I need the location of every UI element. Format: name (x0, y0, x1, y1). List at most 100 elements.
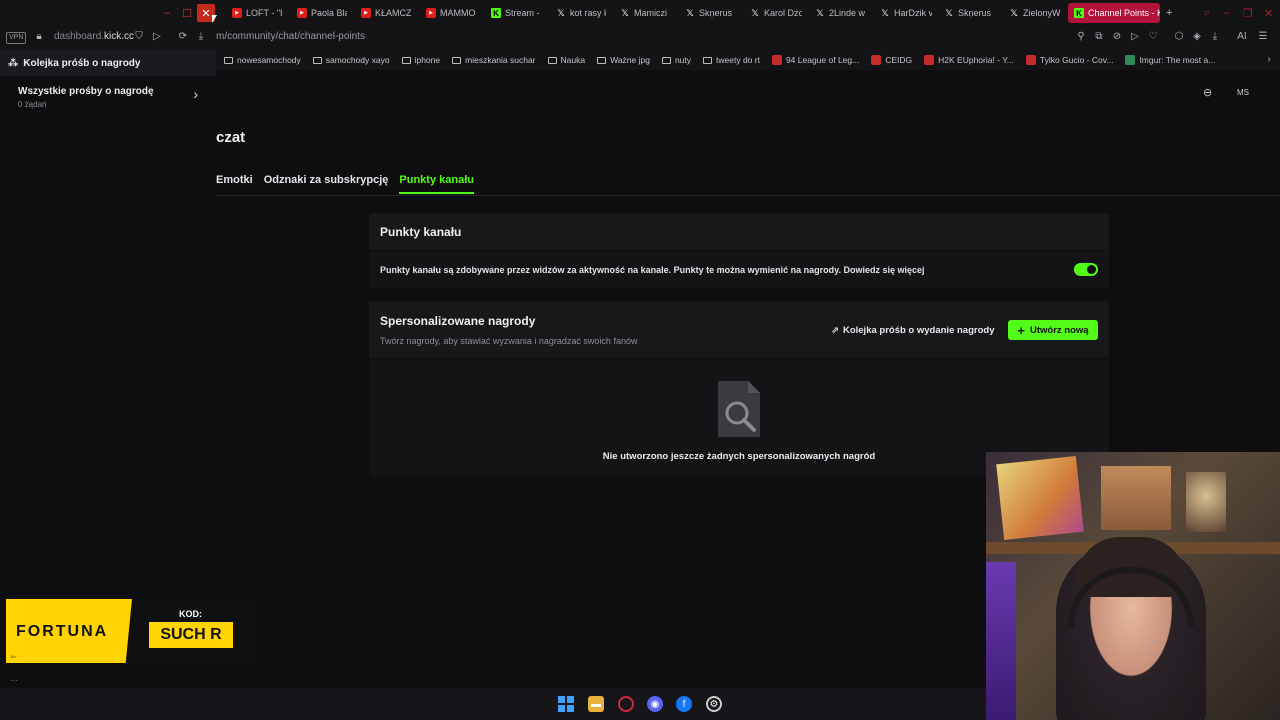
ai-button[interactable]: AI (1230, 31, 1254, 42)
x-icon: 𝕏 (557, 7, 565, 18)
browser-tab[interactable]: K Stream - (491, 4, 541, 22)
youtube-icon: ▶ (361, 8, 371, 18)
browser-tab[interactable]: 𝕏 Karol Dżo (750, 4, 802, 22)
avatar[interactable]: MS (1234, 83, 1252, 101)
youtube-favicon-icon (1025, 55, 1036, 65)
restore-browser-icon[interactable]: ❐ (1243, 4, 1253, 22)
webcam-poster (996, 456, 1084, 540)
empty-document-search-icon (718, 381, 760, 437)
tab-channel-points[interactable]: Punkty kanału (399, 174, 474, 194)
folder-icon (661, 56, 671, 64)
webcam-figure (1186, 472, 1226, 532)
reward-queue-header: ⁂ Kolejka próśb o nagrody (0, 50, 216, 76)
browser-tab[interactable]: 𝕏 HarDzik v (880, 4, 932, 22)
menu-icon[interactable]: ☰ (1256, 31, 1270, 42)
new-tab-icon[interactable]: + (1166, 4, 1172, 22)
send-icon[interactable]: ▷ (150, 31, 164, 42)
browser-tab[interactable]: 𝕏 ZielonyW (1009, 4, 1061, 22)
opera-browser-icon[interactable] (618, 696, 634, 712)
youtube-favicon-icon (924, 55, 935, 65)
webcam-overlay (986, 452, 1280, 720)
browser-tab[interactable]: 𝕏 Mamiczi (620, 4, 672, 22)
promo-code: SUCH R (149, 622, 233, 648)
folder-icon (597, 56, 607, 64)
settings-gear-icon[interactable]: ⚙ (706, 696, 722, 712)
browser-tab-active[interactable]: K Channel Points - K (1068, 3, 1160, 23)
bookmark-folder[interactable]: mieszkania suchar (452, 55, 536, 65)
maximize-icon[interactable]: ☐ (178, 4, 196, 22)
reload-icon[interactable]: ⟳ (176, 31, 190, 42)
browser-tab[interactable]: ▶ LOFT - "I (232, 4, 284, 22)
plus-icon: + (1017, 322, 1025, 338)
bookmark-folder[interactable]: Ważne jpg (597, 55, 650, 65)
address-path[interactable]: m/community/chat/channel-points (216, 31, 365, 42)
play-icon[interactable]: ▷ (1128, 31, 1142, 42)
mouse-cursor (212, 15, 217, 23)
ceidg-favicon-icon (871, 55, 882, 65)
bookmark-site[interactable]: Imgur: The most a... (1125, 55, 1215, 65)
custom-rewards-header: Spersonalizowane nagrody Twórz nagrody, … (369, 301, 1109, 359)
webcam-box (1101, 466, 1171, 530)
discord-icon[interactable]: ◉ (647, 696, 663, 712)
snapshot-icon[interactable]: ⧉ (1092, 31, 1106, 42)
bookmark-folder[interactable]: Nauka (547, 55, 585, 65)
browser-tab[interactable]: 𝕏kot rasy k (556, 4, 606, 22)
browser-tab[interactable]: 𝕏 2Linde w (815, 4, 867, 22)
reward-queue-button[interactable]: ⇗ Kolejka próśb o wydanie nagrody (829, 320, 996, 340)
browser-tab[interactable]: 𝕏 Skṇerus (685, 4, 737, 22)
channel-points-toggle[interactable] (1074, 263, 1098, 276)
shield-icon[interactable]: ⛉ (132, 31, 146, 42)
wallet-icon[interactable]: ◈ (1190, 31, 1204, 42)
file-explorer-icon[interactable]: ▬ (588, 696, 604, 712)
custom-rewards-subtitle: Twórz nagrody, aby stawiać wyzwania i na… (380, 336, 638, 346)
address-bar: VPN 🔒︎ dashboard.kick.cc ⛉ ▷ ⟳ ⤓ m/commu… (0, 26, 1280, 50)
browser-tab[interactable]: ▶ Paola Bla (297, 4, 347, 22)
x-icon: 𝕏 (621, 7, 629, 18)
close-browser-icon[interactable]: ✕ (1264, 4, 1273, 22)
bookmarks-more-icon[interactable]: › (1262, 54, 1276, 65)
bookmark-site[interactable]: H2K EUphoria! - Y... (924, 55, 1014, 65)
youtube-favicon-icon (771, 55, 782, 65)
youtube-icon: ▶ (232, 8, 242, 18)
x-icon: 𝕏 (686, 7, 694, 18)
bookmark-folder[interactable]: nuty (661, 55, 691, 65)
promo-code-label: KOD: (179, 609, 202, 619)
heart-icon[interactable]: ♡ (1146, 31, 1160, 42)
browser-tab[interactable]: ▶ MAMMO (426, 4, 478, 22)
browser-tab[interactable]: ▶ KŁAMCZ (361, 4, 411, 22)
imgur-favicon-icon (1125, 55, 1136, 65)
folder-icon (401, 56, 411, 64)
bookmark-folder[interactable]: samochody xayo (312, 55, 390, 65)
download-icon[interactable]: ⤓ (194, 31, 208, 42)
extensions-icon[interactable]: ⬡ (1172, 31, 1186, 42)
downloads-icon[interactable]: ⤓ (1208, 31, 1222, 42)
search-tabs-icon[interactable]: ⌕ (1204, 4, 1210, 22)
bookmark-folder[interactable]: iphone (401, 55, 440, 65)
minimize-browser-icon[interactable]: – (1224, 4, 1230, 22)
sponsor-brand: FORTUNA (16, 623, 109, 640)
adblock-icon[interactable]: ⊘ (1110, 31, 1124, 42)
tab-emotes[interactable]: Emotki (216, 174, 253, 194)
minimize-icon[interactable]: – (158, 4, 176, 22)
bookmark-site[interactable]: Tylko Gucio - Cov... (1025, 55, 1113, 65)
address-host[interactable]: dashboard.kick.cc (54, 31, 134, 42)
folder-icon (224, 56, 233, 64)
pin-icon[interactable]: ⚲ (1074, 31, 1088, 42)
webcam-backlight (986, 562, 1016, 720)
vpn-badge[interactable]: VPN (6, 32, 27, 44)
x-icon: 𝕏 (751, 7, 759, 18)
tab-subscription-badges[interactable]: Odznaki za subskrypcję (264, 174, 389, 194)
settings-subnav: Emotki Odznaki za subskrypcję Punkty kan… (216, 174, 474, 194)
sponsor-overlay: FORTUNA 18+ KOD: SUCH R (6, 599, 257, 663)
notifications-icon[interactable]: ⊖ (1203, 86, 1212, 99)
windows-start-icon[interactable] (558, 696, 574, 712)
facebook-icon[interactable]: f (676, 696, 692, 712)
create-reward-button[interactable]: + Utwórz nową (1008, 320, 1098, 340)
all-reward-requests-item[interactable]: Wszystkie prośby o nagrodę 0 żądań › (18, 86, 208, 109)
bookmark-site[interactable]: CEIDG (871, 55, 912, 65)
bookmark-folder[interactable]: tweety do rt (703, 55, 760, 65)
bookmark-folder[interactable]: nowesamochody (224, 55, 301, 65)
bookmark-site[interactable]: 94 League of Leg... (771, 55, 859, 65)
browser-tab[interactable]: 𝕏 Skṇerus (944, 4, 996, 22)
page-title: czat (216, 129, 246, 146)
